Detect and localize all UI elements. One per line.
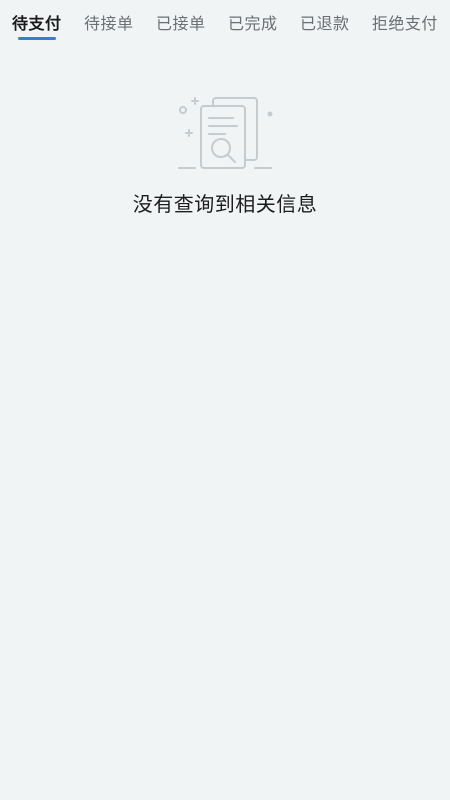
empty-message: 没有查询到相关信息 (132, 192, 318, 216)
tab-payment-rejected[interactable]: 拒绝支付 (372, 0, 438, 46)
active-tab-indicator (17, 37, 56, 40)
tab-label: 待支付 (12, 14, 62, 33)
order-status-tab-bar: 待支付 待接单 已接单 已完成 已退款 拒绝支付 (0, 0, 450, 46)
tab-pending-payment[interactable]: 待支付 (12, 0, 62, 46)
tab-label: 已接单 (155, 14, 206, 33)
tab-accepted[interactable]: 已接单 (156, 0, 206, 46)
tab-refunded[interactable]: 已退款 (300, 0, 350, 46)
empty-state: 没有查询到相关信息 (0, 92, 450, 218)
tab-pending-acceptance[interactable]: 待接单 (84, 0, 134, 46)
document-search-icon (178, 97, 273, 169)
tab-label: 已退款 (299, 14, 350, 33)
tab-completed[interactable]: 已完成 (228, 0, 278, 46)
tab-label: 已完成 (227, 14, 278, 33)
tab-label: 待接单 (83, 14, 134, 33)
tab-label: 拒绝支付 (371, 14, 438, 33)
